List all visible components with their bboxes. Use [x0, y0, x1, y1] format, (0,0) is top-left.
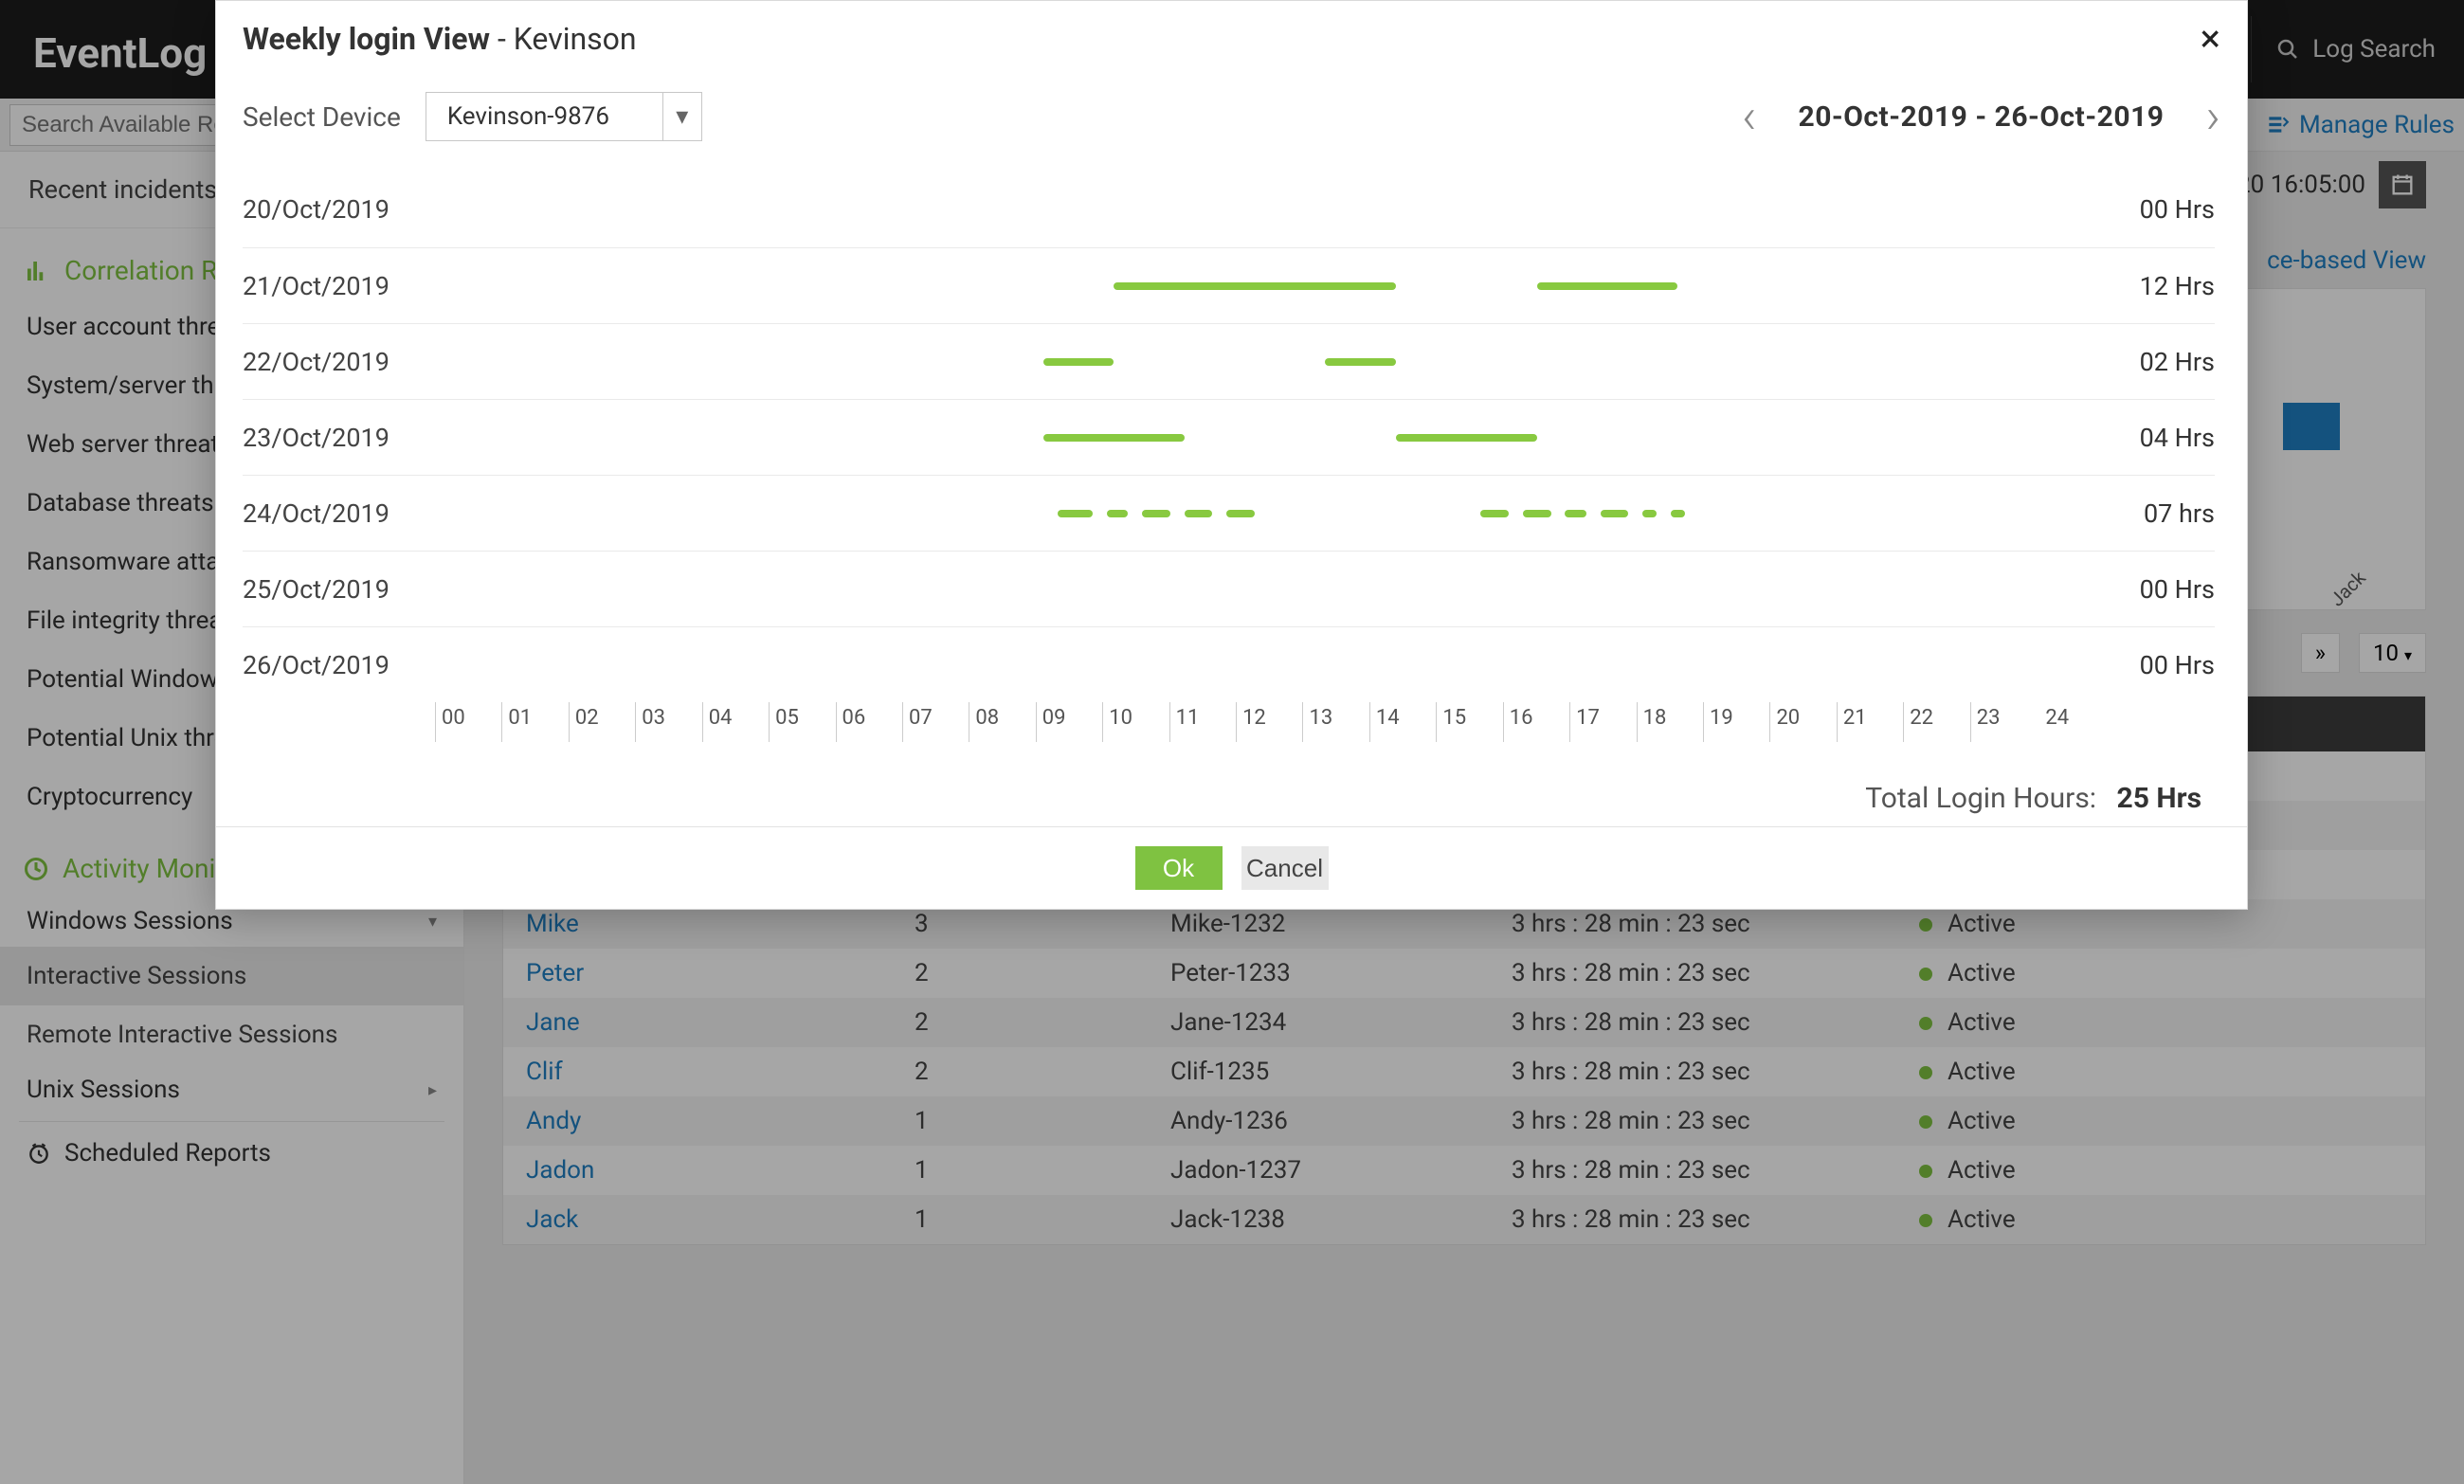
axis-tick: 00	[435, 702, 501, 742]
login-segment	[1058, 510, 1093, 517]
hours-label: 02 Hrs	[2101, 347, 2215, 377]
login-timeline-chart: 20/Oct/2019 00 Hrs 21/Oct/2019 12 Hrs 22/Oct…	[216, 153, 2247, 753]
login-segment	[1480, 510, 1509, 517]
axis-tick: 24	[2037, 702, 2069, 742]
select-device-label: Select Device	[243, 101, 401, 133]
weekly-login-modal: Weekly login View - Kevinson × Select De…	[215, 0, 2248, 910]
axis-tick: 06	[836, 702, 902, 742]
close-icon[interactable]: ×	[2201, 20, 2220, 58]
day-label: 21/Oct/2019	[243, 271, 408, 301]
axis-tick: 18	[1637, 702, 1703, 742]
axis-tick: 04	[702, 702, 769, 742]
axis-tick: 08	[969, 702, 1035, 742]
day-label: 20/Oct/2019	[243, 194, 408, 225]
axis-tick: 20	[1769, 702, 1836, 742]
timeline-row: 24/Oct/2019 07 hrs	[243, 475, 2215, 551]
axis-tick: 07	[902, 702, 969, 742]
day-label: 25/Oct/2019	[243, 574, 408, 605]
timeline-row: 26/Oct/2019 00 Hrs	[243, 626, 2215, 702]
login-segment	[1114, 282, 1396, 290]
modal-title: Weekly login View - Kevinson	[243, 21, 637, 57]
timeline-row: 22/Oct/2019 02 Hrs	[243, 323, 2215, 399]
login-segment	[1226, 510, 1255, 517]
timeline-row: 20/Oct/2019 00 Hrs	[243, 172, 2215, 247]
login-segment	[1325, 358, 1395, 366]
day-label: 24/Oct/2019	[243, 498, 408, 529]
axis-tick: 21	[1837, 702, 1903, 742]
login-segment	[1043, 358, 1114, 366]
axis-tick: 11	[1169, 702, 1236, 742]
total-login-hours: Total Login Hours: 25 Hrs	[216, 753, 2247, 826]
axis-tick: 12	[1236, 702, 1302, 742]
axis-tick: 01	[501, 702, 568, 742]
axis-tick: 05	[769, 702, 835, 742]
chevron-down-icon: ▾	[663, 93, 701, 140]
login-segment	[1642, 510, 1657, 517]
login-segment	[1565, 510, 1585, 517]
hours-label: 00 Hrs	[2101, 574, 2215, 605]
cancel-button[interactable]: Cancel	[1241, 846, 1329, 890]
axis-tick: 15	[1436, 702, 1502, 742]
hours-label: 04 Hrs	[2101, 423, 2215, 453]
axis-tick: 09	[1036, 702, 1102, 742]
axis-tick: 13	[1302, 702, 1368, 742]
date-range-text: 20-Oct-2019 - 26-Oct-2019	[1799, 100, 2165, 134]
login-segment	[1142, 510, 1170, 517]
day-label: 23/Oct/2019	[243, 423, 408, 453]
device-select-value: Kevinson-9876	[426, 93, 663, 140]
timeline-row: 25/Oct/2019 00 Hrs	[243, 551, 2215, 626]
axis-tick: 03	[635, 702, 701, 742]
hours-label: 00 Hrs	[2101, 194, 2215, 225]
axis-tick: 10	[1102, 702, 1169, 742]
axis-tick: 16	[1503, 702, 1569, 742]
next-week-button[interactable]: ›	[2206, 92, 2221, 141]
timeline-row: 21/Oct/2019 12 Hrs	[243, 247, 2215, 323]
modal-footer: Ok Cancel	[216, 826, 2247, 909]
axis-tick: 19	[1703, 702, 1769, 742]
date-range: ‹ 20-Oct-2019 - 26-Oct-2019 ›	[1742, 92, 2220, 141]
axis-tick: 02	[569, 702, 635, 742]
login-segment	[1601, 510, 1629, 517]
device-select[interactable]: Kevinson-9876 ▾	[426, 92, 702, 141]
prev-week-button[interactable]: ‹	[1742, 92, 1757, 141]
day-label: 22/Oct/2019	[243, 347, 408, 377]
hours-label: 12 Hrs	[2101, 271, 2215, 301]
login-segment	[1185, 510, 1213, 517]
login-segment	[1523, 510, 1551, 517]
ok-button[interactable]: Ok	[1135, 846, 1223, 890]
axis-tick: 14	[1369, 702, 1436, 742]
axis-tick: 23	[1970, 702, 2037, 742]
login-segment	[1396, 434, 1537, 442]
hours-label: 00 Hrs	[2101, 650, 2215, 680]
login-segment	[1043, 434, 1185, 442]
login-segment	[1537, 282, 1678, 290]
hours-label: 07 hrs	[2101, 498, 2215, 529]
modal-header: Weekly login View - Kevinson ×	[216, 1, 2247, 77]
login-segment	[1671, 510, 1685, 517]
timeline-row: 23/Oct/2019 04 Hrs	[243, 399, 2215, 475]
axis-tick: 17	[1569, 702, 1636, 742]
day-label: 26/Oct/2019	[243, 650, 408, 680]
login-segment	[1107, 510, 1128, 517]
axis-tick: 22	[1903, 702, 1969, 742]
hour-axis: 0001020304050607080910111213141516171819…	[243, 702, 2215, 742]
